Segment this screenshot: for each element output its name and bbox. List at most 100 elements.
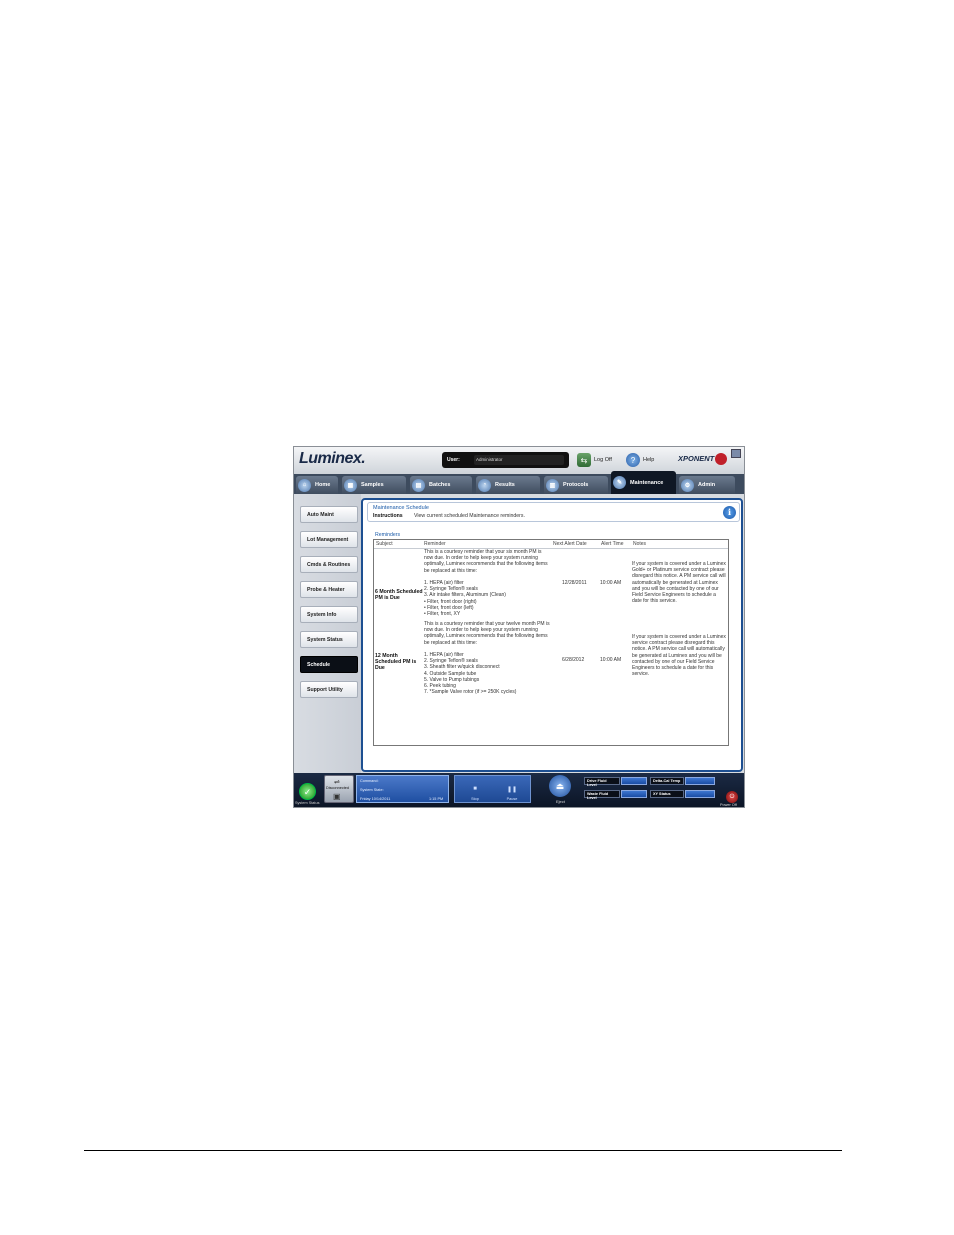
row-alert-time: 10:00 AM (600, 657, 622, 663)
tab-admin[interactable]: ⚙ Admin (679, 476, 735, 494)
user-box: User: Administrator (442, 452, 569, 468)
tab-batches[interactable]: ▤ Batches (410, 476, 472, 494)
system-status-check-icon[interactable]: ✓ (299, 783, 316, 800)
tab-label: Results (495, 482, 515, 488)
help-label: Help (643, 457, 655, 463)
logoff-button[interactable]: ⇆ Log Off (577, 452, 612, 468)
tab-home[interactable]: ⌂ Home (296, 476, 338, 494)
pause-icon[interactable]: ❚❚ (494, 786, 530, 793)
maintenance-icon: ✎ (613, 476, 626, 489)
luminex-logo: Luminex. (299, 450, 366, 467)
samples-icon: ▦ (344, 478, 357, 492)
delta-cal-temp-label: Delta-Cal Temp (650, 777, 684, 785)
tab-results[interactable]: ◔ Results (476, 476, 540, 494)
delta-cal-temp-bar (685, 777, 715, 785)
logoff-icon: ⇆ (577, 453, 591, 467)
row-subject: 12 Month Scheduled PM is Due (375, 653, 417, 671)
info-icon[interactable]: i (723, 506, 736, 519)
main-tab-bar: ⌂ Home ▦ Samples ▤ Batches ◔ Results ▥ P… (294, 471, 744, 494)
user-field[interactable]: Administrator (474, 455, 564, 465)
instructions-text: View current scheduled Maintenance remin… (414, 513, 525, 519)
reminders-label: Reminders (375, 532, 401, 538)
pause-label: Pause (506, 797, 518, 801)
tab-label: Batches (429, 482, 451, 488)
maintenance-schedule-panel: Maintenance Schedule Instructions View c… (361, 498, 743, 772)
drive-fluid-level-bar (621, 777, 647, 785)
xy-status-label: XY Status (650, 790, 684, 798)
column-header-subject[interactable]: Subject (376, 541, 393, 547)
tab-label: Protocols (563, 482, 589, 488)
row-reminder-intro: This is a courtesy reminder that your tw… (424, 621, 550, 646)
column-header-next-alert-date[interactable]: Next Alert Date (553, 541, 587, 547)
stop-label: Stop (471, 797, 479, 801)
tab-label: Home (315, 482, 331, 488)
tab-label: Samples (361, 482, 384, 488)
tab-protocols[interactable]: ▥ Protocols (544, 476, 608, 494)
sidebar-item-system-status[interactable]: System Status (300, 631, 358, 648)
tab-samples[interactable]: ▦ Samples (342, 476, 406, 494)
tab-label: Maintenance (630, 479, 664, 486)
run-controls: ■ Stop ❚❚ Pause (454, 775, 531, 803)
xponent-dot-icon (715, 453, 728, 465)
stop-icon[interactable]: ■ (457, 786, 493, 792)
system-status-label: System Status (295, 801, 320, 805)
instructions-label: Instructions (373, 513, 403, 519)
disconnected-label: Disconnected (326, 786, 350, 790)
plug-icon: ⇌ (334, 779, 340, 786)
instructions-box: Maintenance Schedule Instructions View c… (367, 502, 740, 522)
logoff-label: Log Off (594, 457, 612, 463)
row-alert-time: 10:00 AM (600, 580, 622, 586)
user-label: User: (447, 457, 460, 463)
page-title: Maintenance Schedule (373, 505, 429, 511)
batches-icon: ▤ (412, 478, 425, 492)
connection-status[interactable]: ⇌ Disconnected ▣ (324, 775, 354, 803)
row-next-alert-date: 6/28/2012 (562, 657, 585, 663)
window-menu-button[interactable] (731, 449, 741, 458)
row-reminder-intro: This is a courtesy reminder that your si… (424, 549, 548, 574)
row-next-alert-date: 12/28/2011 (562, 580, 587, 586)
sidebar-item-lot-management[interactable]: Lot Management (300, 531, 358, 548)
column-header-reminder[interactable]: Reminder (424, 541, 446, 547)
waste-fluid-level-label: Waste Fluid Level (584, 790, 620, 800)
home-icon: ⌂ (298, 478, 311, 492)
sidebar-item-cmds-routines[interactable]: Cmds & Routines (300, 556, 358, 573)
luminex-app-window: Luminex. User: Administrator ⇆ Log Off ?… (293, 446, 745, 808)
date-label: Friday 10/14/2011 (360, 797, 391, 801)
row-subject: 6 Month Scheduled PM is Due (375, 589, 423, 601)
sidebar-item-support-utility[interactable]: Support Utility (300, 681, 358, 698)
status-bar: ✓ System Status ⇌ Disconnected ▣ Command… (294, 773, 744, 807)
command-panel: Command: System State: Friday 10/14/2011… (356, 775, 449, 803)
row-reminder-steps: 1. HEPA (air) filter 2. Syringe Teflon® … (424, 580, 506, 618)
waste-fluid-level-bar (621, 790, 647, 798)
app-header: Luminex. User: Administrator ⇆ Log Off ?… (294, 447, 744, 474)
power-off-label: Power Off (720, 803, 737, 807)
row-reminder-steps: 1. HEPA (air) filter 2. Syringe Teflon® … (424, 652, 517, 696)
xy-status-bar (685, 790, 715, 798)
eject-label: Eject (556, 799, 565, 804)
column-header-alert-time[interactable]: Alert Time (601, 541, 624, 547)
system-state-label: System State: (360, 788, 384, 792)
help-icon: ? (626, 453, 640, 467)
page-footer-rule (84, 1150, 842, 1151)
instrument-icon: ▣ (333, 792, 341, 801)
row-notes: If your system is covered under a Lumine… (632, 561, 726, 605)
drive-fluid-level-label: Drive Fluid Level (584, 777, 620, 787)
help-button[interactable]: ? Help (626, 452, 654, 468)
admin-icon: ⚙ (681, 478, 694, 492)
maintenance-sidebar: Auto Maint Lot Management Cmds & Routine… (294, 494, 361, 774)
eject-icon[interactable]: ⏏ (549, 775, 571, 797)
results-icon: ◔ (478, 478, 491, 492)
tab-maintenance[interactable]: ✎ Maintenance (611, 471, 676, 494)
time-label: 1:15 PM (429, 797, 444, 801)
reminders-table: Subject Reminder Next Alert Date Alert T… (373, 539, 729, 746)
sidebar-item-schedule[interactable]: Schedule (300, 656, 358, 673)
row-notes: If your system is covered under a Lumine… (632, 634, 726, 678)
protocols-icon: ▥ (546, 478, 559, 492)
sidebar-item-system-info[interactable]: System Info (300, 606, 358, 623)
tab-label: Admin (698, 482, 716, 488)
xponent-logo: XPONENT (678, 453, 728, 465)
sidebar-item-auto-maint[interactable]: Auto Maint (300, 506, 358, 523)
power-off-icon[interactable]: ⏻ (726, 791, 738, 803)
column-header-notes[interactable]: Notes (633, 541, 646, 547)
sidebar-item-probe-heater[interactable]: Probe & Heater (300, 581, 358, 598)
